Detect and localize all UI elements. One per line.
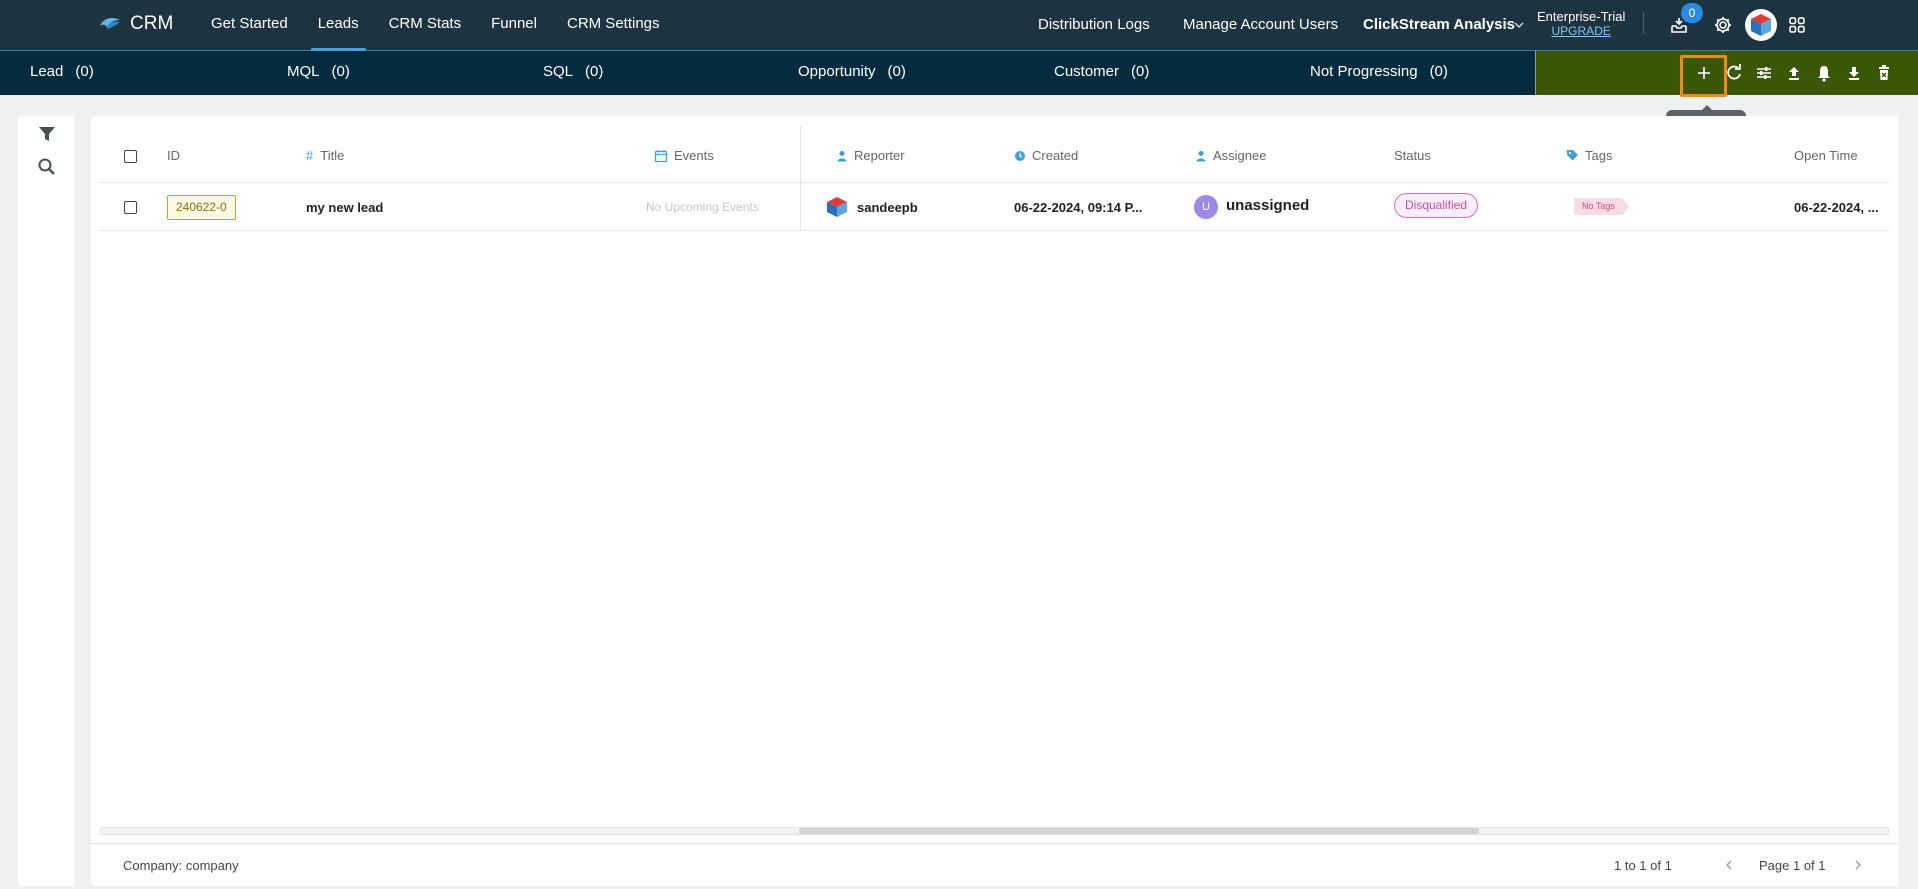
stage-count: (0) [75,63,94,80]
apps-grid-icon[interactable] [1786,14,1808,36]
stage-count: (0) [1131,63,1150,80]
assignee-avatar: U [1194,195,1218,219]
delete-icon[interactable] [1873,62,1895,84]
table-header: ID # Title Events Reporter Created Assig… [100,128,1889,183]
main-nav: Get Started Leads CRM Stats Funnel CRM S… [196,0,675,51]
lead-id-tag[interactable]: 240622-0 [167,195,236,220]
col-tags[interactable]: Tags [1566,148,1612,163]
tags-badge[interactable]: No Tags [1574,198,1629,215]
lead-assignee[interactable]: unassigned [1226,197,1309,214]
manage-account-users-link[interactable]: Manage Account Users [1183,16,1338,33]
lead-created: 06-22-2024, 09:14 P... [1014,200,1143,215]
search-icon[interactable] [36,156,58,178]
distribution-logs-link[interactable]: Distribution Logs [1038,16,1150,33]
stage-sql[interactable]: SQL (0) [543,63,603,80]
col-status[interactable]: Status [1394,148,1431,163]
lead-reporter: sandeepb [857,200,918,215]
table-row[interactable]: 240622-0 my new lead No Upcoming Events … [100,183,1889,231]
record-range: 1 to 1 of 1 [1614,858,1672,873]
scrollbar-thumb[interactable] [799,828,1479,834]
col-open-time[interactable]: Open Time [1794,148,1858,163]
status-badge[interactable]: Disqualified [1394,193,1479,218]
stage-label: MQL [287,63,320,80]
nav-funnel[interactable]: Funnel [476,0,552,51]
stage-mql[interactable]: MQL (0) [287,63,350,80]
cube-logo-icon [1751,14,1771,36]
hash-icon: # [306,148,314,163]
plan-name: Enterprise-Trial [1537,9,1626,24]
stage-customer[interactable]: Customer (0) [1054,63,1149,80]
stage-label: Opportunity [798,63,876,80]
stage-label: Customer [1054,63,1120,80]
col-assignee[interactable]: Assignee [1195,148,1266,163]
chevron-left-icon[interactable] [1722,858,1736,872]
leads-table-panel: ID # Title Events Reporter Created Assig… [91,116,1899,886]
col-title[interactable]: # Title [306,148,344,163]
table-footer: Company: company 1 to 1 of 1 Page 1 of 1 [91,843,1899,886]
chevron-right-icon[interactable] [1851,858,1865,872]
top-navbar: CRM Get Started Leads CRM Stats Funnel C… [0,0,1918,51]
lead-events: No Upcoming Events [646,200,759,214]
left-tool-panel [18,116,75,886]
inbox-count-badge: 0 [1681,3,1703,23]
workspace-selector[interactable]: ClickStream Analysis [1363,16,1515,33]
stage-count: (0) [331,63,350,80]
horizontal-scrollbar[interactable] [100,827,1889,835]
col-events[interactable]: Events [654,148,714,163]
brand[interactable]: CRM [98,13,173,35]
company-label: Company: company [123,858,239,873]
nav-crm-settings[interactable]: CRM Settings [552,0,675,51]
nav-leads[interactable]: Leads [303,0,374,51]
nav-crm-stats[interactable]: CRM Stats [374,0,477,51]
upload-icon[interactable] [1783,62,1805,84]
stage-label: Lead [30,63,64,80]
nav-get-started[interactable]: Get Started [196,0,303,51]
row-checkbox[interactable] [124,201,137,214]
plan-info: Enterprise-Trial UPGRADE [1537,9,1625,39]
col-created[interactable]: Created [1014,148,1078,163]
stage-count: (0) [1429,63,1448,80]
bell-icon[interactable] [1813,62,1835,84]
gear-icon[interactable] [1712,14,1734,36]
clock-icon [1015,150,1025,161]
download-icon[interactable] [1843,62,1865,84]
reporter-avatar-icon [827,197,847,217]
col-reporter[interactable]: Reporter [836,148,905,163]
stage-opportunity[interactable]: Opportunity (0) [798,63,906,80]
user-avatar[interactable] [1745,9,1777,41]
stage-bar: Lead (0) MQL (0) SQL (0) Opportunity (0) Cus… [0,51,1535,95]
page-indicator: Page 1 of 1 [1759,858,1826,873]
sliders-icon[interactable] [1753,62,1775,84]
brand-name: CRM [130,13,174,34]
stage-count: (0) [887,63,906,80]
lead-open-time: 06-22-2024, ... [1794,200,1879,215]
calendar-icon [654,149,668,162]
stage-label: SQL [543,63,574,80]
stage-label: Not Progressing [1310,63,1418,80]
person-icon [837,150,847,161]
chevron-down-icon[interactable] [1512,18,1526,32]
col-id[interactable]: ID [167,148,180,163]
tag-icon [1567,150,1578,161]
lead-title[interactable]: my new lead [306,200,383,215]
filter-icon[interactable] [36,123,58,145]
upgrade-link[interactable]: UPGRADE [1537,24,1625,39]
create-lead-button[interactable] [1680,55,1727,97]
stage-lead[interactable]: Lead (0) [30,63,94,80]
divider [1643,12,1644,34]
crm-logo-icon [100,18,120,29]
select-all-checkbox[interactable] [124,150,137,163]
person-icon [1196,150,1206,161]
stage-count: (0) [585,63,604,80]
stage-not-progressing[interactable]: Not Progressing (0) [1310,63,1448,80]
